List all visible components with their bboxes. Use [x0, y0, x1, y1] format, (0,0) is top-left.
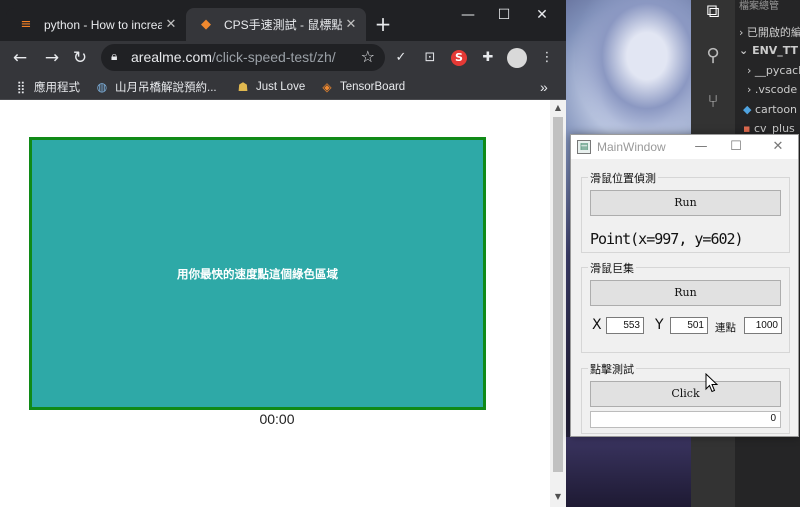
tab-cps-test[interactable]: ◆ CPS手速測試 - 鼠標點擊 ✕ — [186, 8, 366, 41]
address-bar[interactable]: 🔒︎ arealme.com/click-speed-test/zh/ ☆ — [101, 44, 385, 71]
x-label: X — [592, 317, 602, 333]
bookmark-star-icon[interactable]: ☆ — [361, 47, 375, 66]
wallpaper-figure — [575, 0, 695, 140]
forward-button[interactable]: → — [40, 46, 64, 70]
chrome-window: ≡ python - How to increa ✕ ◆ CPS手速測試 - 鼠… — [0, 0, 566, 507]
explorer-header: 檔案總管 — [739, 1, 779, 12]
qt-main-window: ▤ MainWindow — ☐ ✕ 滑鼠位置偵測 Run Point(x=99… — [570, 134, 799, 437]
qt-close-button[interactable]: ✕ — [763, 137, 793, 157]
folder-vscode[interactable]: › .vscode — [747, 83, 797, 96]
qt-titlebar: ▤ MainWindow — ☐ ✕ — [571, 135, 798, 159]
new-tab-button[interactable]: + — [371, 13, 395, 37]
tab-python-question[interactable]: ≡ python - How to increa ✕ — [6, 8, 186, 41]
progress-value: 0 — [770, 413, 776, 424]
macro-run-button[interactable]: Run — [590, 280, 781, 306]
maximize-button[interactable]: ☐ — [486, 4, 522, 26]
group-click-test-title: 點擊測試 — [588, 361, 636, 377]
python-file-icon: ◆ — [743, 103, 752, 116]
open-editors-item[interactable]: › 已開啟的編輯器 — [739, 24, 800, 40]
folder-pycache[interactable]: › __pycache__ — [747, 64, 800, 77]
search-icon[interactable]: ⚲ — [701, 44, 725, 68]
position-run-button[interactable]: Run — [590, 190, 781, 216]
group-mouse-macro: 滑鼠巨集 Run X 553 Y 501 連點 1000 — [581, 260, 790, 353]
group-mouse-position-title: 滑鼠位置偵測 — [588, 170, 658, 186]
click-area-instruction: 用你最快的速度點這個綠色區域 — [177, 266, 338, 281]
group-mouse-macro-title: 滑鼠巨集 — [588, 260, 636, 276]
repeat-label: 連點 — [715, 322, 736, 334]
page-viewport: 用你最快的速度點這個綠色區域 00:00 ▲ ▼ — [0, 100, 566, 507]
minimize-button[interactable]: — — [450, 4, 486, 26]
group-click-test: 點擊測試 Click 0 — [581, 361, 790, 434]
group-mouse-position: 滑鼠位置偵測 Run Point(x=997, y=602) — [581, 170, 790, 253]
wallpaper-lower — [566, 437, 691, 507]
checkmark-extension-icon[interactable]: ✓ — [391, 48, 411, 68]
close-window-button[interactable]: ✕ — [524, 4, 560, 26]
y-input[interactable]: 501 — [670, 317, 708, 334]
tab-strip: ≡ python - How to increa ✕ ◆ CPS手速測試 - 鼠… — [0, 0, 566, 41]
bookmark-apps[interactable]: ⣿ 應用程式 — [14, 78, 80, 96]
page-scrollbar[interactable]: ▲ ▼ — [550, 100, 566, 507]
click-progress-bar: 0 — [590, 411, 781, 428]
close-icon[interactable]: ✕ — [162, 17, 180, 32]
click-button[interactable]: Click — [590, 381, 781, 407]
qt-minimize-button[interactable]: — — [686, 137, 716, 157]
bookmarks-overflow-button[interactable]: » — [540, 78, 548, 96]
qt-app-icon: ▤ — [577, 140, 591, 154]
globe-icon: ◍ — [96, 80, 108, 94]
qt-maximize-button[interactable]: ☐ — [721, 137, 751, 157]
lock-icon: 🔒︎ — [111, 49, 118, 63]
source-control-icon[interactable]: ⑂ — [701, 90, 725, 114]
bookmark-suspension-bridge[interactable]: ◍ 山月吊橋解說預約... — [95, 78, 217, 96]
y-label: Y — [655, 317, 664, 333]
extensions-puzzle-icon[interactable]: ✚ — [478, 48, 498, 68]
repeat-input[interactable]: 1000 — [744, 317, 782, 334]
bookmarks-bar: ⣿ 應用程式 ◍ 山月吊橋解說預約... ☗ Just Love ◈ Tenso… — [0, 74, 566, 100]
bookmark-just-love[interactable]: ☗ Just Love — [236, 78, 306, 96]
stackoverflow-icon: ≡ — [20, 16, 32, 32]
scroll-up-arrow-icon[interactable]: ▲ — [550, 101, 566, 115]
people-icon: ☗ — [237, 80, 249, 94]
owl-extension-icon[interactable]: ⊡ — [420, 48, 440, 68]
workspace-folder[interactable]: ⌄ ENV_TT — [739, 44, 798, 57]
point-readout: Point(x=997, y=602) — [590, 230, 744, 248]
back-button[interactable]: ← — [8, 46, 32, 70]
close-icon[interactable]: ✕ — [342, 17, 360, 32]
scroll-thumb[interactable] — [553, 117, 563, 472]
file-cartoon[interactable]: ◆ cartoon — [743, 103, 797, 116]
mouse-cursor-icon — [705, 373, 719, 393]
qt-window-title: MainWindow — [597, 140, 666, 154]
scroll-down-arrow-icon[interactable]: ▼ — [550, 490, 566, 504]
reload-button[interactable]: ↻ — [68, 46, 92, 70]
fox-icon: ◆ — [201, 16, 211, 32]
profile-avatar[interactable] — [507, 48, 527, 68]
x-input[interactable]: 553 — [606, 317, 644, 334]
s-extension-icon[interactable]: S — [451, 50, 467, 66]
explorer-icon[interactable]: ⧉ — [701, 0, 725, 24]
timer-display: 00:00 — [259, 411, 295, 427]
apps-grid-icon: ⣿ — [16, 80, 26, 94]
tensorflow-icon: ◈ — [322, 80, 332, 94]
click-target-area[interactable]: 用你最快的速度點這個綠色區域 — [29, 137, 486, 410]
browser-toolbar: ← → ↻ 🔒︎ arealme.com/click-speed-test/zh… — [0, 41, 566, 74]
address-url: arealme.com/click-speed-test/zh/ — [131, 49, 336, 65]
menu-icon[interactable]: ⋮ — [537, 48, 557, 68]
bookmark-tensorboard[interactable]: ◈ TensorBoard — [320, 78, 405, 96]
